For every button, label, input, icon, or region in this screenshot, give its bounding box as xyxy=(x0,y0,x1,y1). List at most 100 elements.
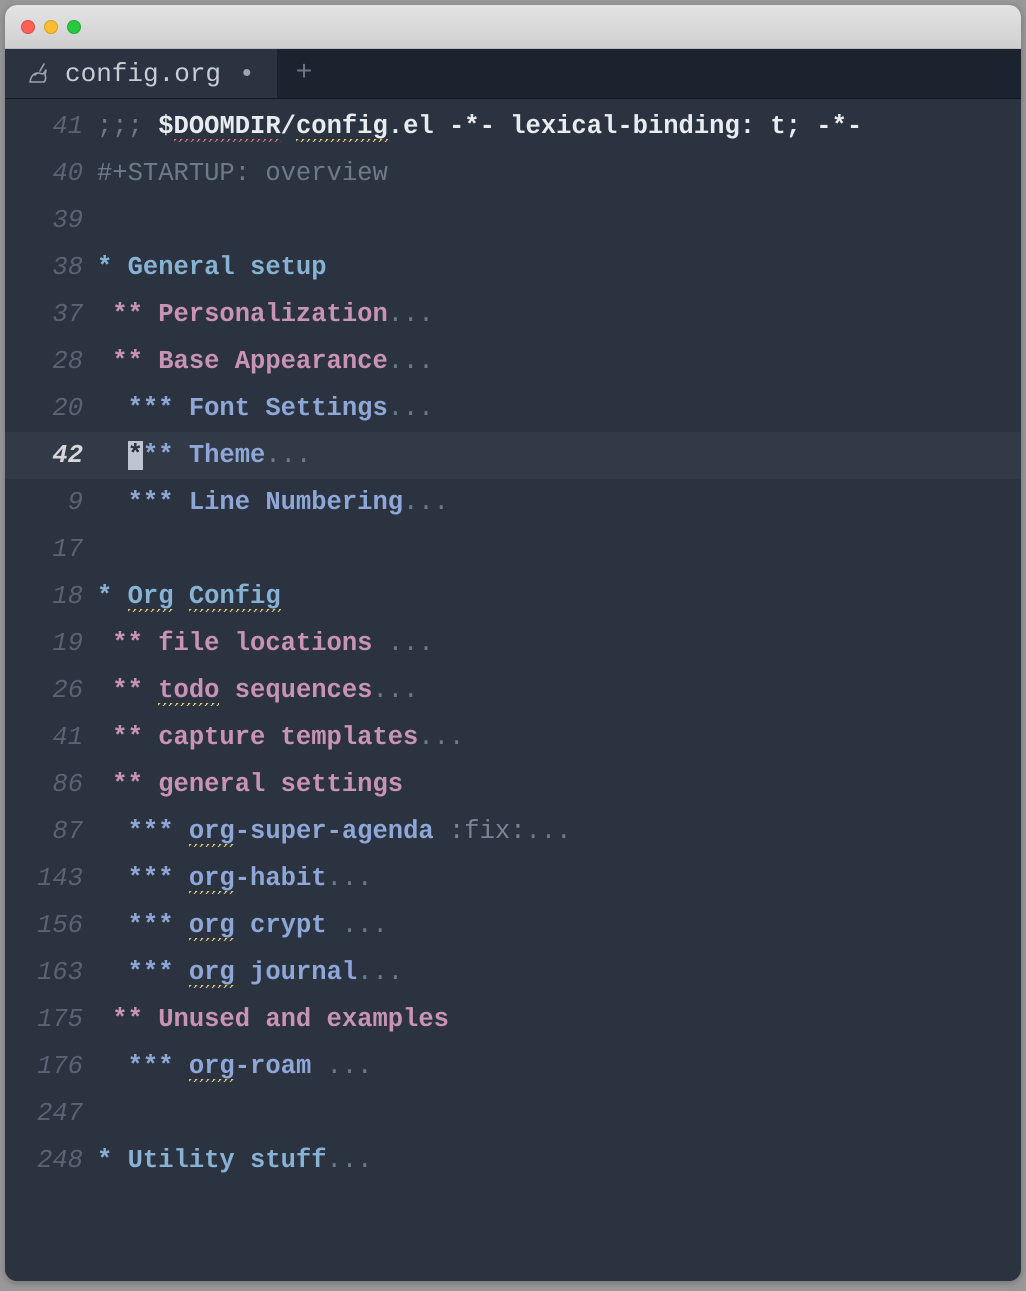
line-content: ;;; $DOOMDIR/config.el -*- lexical-bindi… xyxy=(97,103,1021,150)
editor-line[interactable]: 40#+STARTUP: overview xyxy=(5,150,1021,197)
line-content: ** file locations ... xyxy=(97,620,1021,667)
text-segment: *** xyxy=(97,958,189,987)
editor-line[interactable]: 41 ** capture templates... xyxy=(5,714,1021,761)
line-content xyxy=(97,197,1021,244)
line-number: 26 xyxy=(5,667,97,714)
text-segment: #+STARTUP: overview xyxy=(97,159,388,188)
text-segment: ;;; xyxy=(97,112,158,141)
text-segment: *** xyxy=(97,817,189,846)
line-number: 175 xyxy=(5,996,97,1043)
text-segment: ... xyxy=(418,723,464,752)
text-segment xyxy=(97,206,112,235)
line-number: 87 xyxy=(5,808,97,855)
text-segment: ... xyxy=(388,300,434,329)
close-icon[interactable] xyxy=(21,20,35,34)
editor-line[interactable]: 247 xyxy=(5,1090,1021,1137)
text-segment: ... xyxy=(342,911,388,940)
editor-line[interactable]: 86 ** general settings xyxy=(5,761,1021,808)
line-content: *** org-roam ... xyxy=(97,1043,1021,1090)
text-segment: ... xyxy=(403,488,449,517)
line-content: #+STARTUP: overview xyxy=(97,150,1021,197)
editor-line[interactable]: 143 *** org-habit... xyxy=(5,855,1021,902)
editor-line[interactable]: 156 *** org crypt ... xyxy=(5,902,1021,949)
text-segment xyxy=(174,582,189,611)
editor-line[interactable]: 38* General setup xyxy=(5,244,1021,291)
line-number: 39 xyxy=(5,197,97,244)
editor-line[interactable]: 248* Utility stuff... xyxy=(5,1137,1021,1184)
text-segment: *** Line Numbering xyxy=(97,488,403,517)
line-number: 247 xyxy=(5,1090,97,1137)
line-number: 41 xyxy=(5,103,97,150)
editor-line[interactable]: 9 *** Line Numbering... xyxy=(5,479,1021,526)
line-content: * Utility stuff... xyxy=(97,1137,1021,1184)
tab-bar: config.org • + xyxy=(5,49,1021,99)
line-content: *** org-super-agenda :fix:... xyxy=(97,808,1021,855)
line-number: 18 xyxy=(5,573,97,620)
line-number: 86 xyxy=(5,761,97,808)
text-segment: * General setup xyxy=(97,253,327,282)
line-content: *** Line Numbering... xyxy=(97,479,1021,526)
line-content: *** org crypt ... xyxy=(97,902,1021,949)
line-content: ** Unused and examples xyxy=(97,996,1021,1043)
editor-line[interactable]: 41;;; $DOOMDIR/config.el -*- lexical-bin… xyxy=(5,103,1021,150)
text-segment: sequences xyxy=(219,676,372,705)
editor-line[interactable]: 175 ** Unused and examples xyxy=(5,996,1021,1043)
text-segment: ... xyxy=(327,1052,373,1081)
window-titlebar[interactable] xyxy=(5,5,1021,49)
text-segment: *** Font Settings xyxy=(97,394,388,423)
editor-line[interactable]: 39 xyxy=(5,197,1021,244)
editor-line[interactable]: 19 ** file locations ... xyxy=(5,620,1021,667)
text-segment xyxy=(97,1099,112,1128)
line-number: 176 xyxy=(5,1043,97,1090)
line-content: ** general settings xyxy=(97,761,1021,808)
text-segment: * xyxy=(97,582,128,611)
text-segment: ... xyxy=(526,817,572,846)
line-content: *** org-habit... xyxy=(97,855,1021,902)
text-segment: ** xyxy=(97,676,158,705)
line-content xyxy=(97,526,1021,573)
text-segment: :fix: xyxy=(449,817,526,846)
tab-config-org[interactable]: config.org • xyxy=(5,49,278,98)
editor-line[interactable]: 17 xyxy=(5,526,1021,573)
editor-line[interactable]: 176 *** org-roam ... xyxy=(5,1043,1021,1090)
text-segment: ... xyxy=(265,441,311,470)
editor-line[interactable]: 18* Org Config xyxy=(5,573,1021,620)
editor-line[interactable]: 87 *** org-super-agenda :fix:... xyxy=(5,808,1021,855)
text-segment: -roam xyxy=(235,1052,327,1081)
line-number: 156 xyxy=(5,902,97,949)
editor-line[interactable]: 163 *** org journal... xyxy=(5,949,1021,996)
zoom-icon[interactable] xyxy=(67,20,81,34)
line-content: *** Theme... xyxy=(97,432,1021,479)
line-number: 28 xyxy=(5,338,97,385)
line-content: ** todo sequences... xyxy=(97,667,1021,714)
editor-line[interactable]: 20 *** Font Settings... xyxy=(5,385,1021,432)
text-segment: config xyxy=(296,112,388,142)
text-segment: ** general settings xyxy=(97,770,403,799)
text-segment: ... xyxy=(357,958,403,987)
text-segment: -super-agenda xyxy=(235,817,449,846)
text-segment: ** Unused and examples xyxy=(97,1005,449,1034)
text-segment: crypt xyxy=(235,911,342,940)
text-segment: ... xyxy=(327,1146,373,1175)
editor-current-line[interactable]: 42 *** Theme... xyxy=(5,432,1021,479)
editor-line[interactable]: 28 ** Base Appearance... xyxy=(5,338,1021,385)
editor-area[interactable]: 41;;; $DOOMDIR/config.el -*- lexical-bin… xyxy=(5,99,1021,1281)
text-segment: ** Personalization xyxy=(97,300,388,329)
new-tab-button[interactable]: + xyxy=(278,49,332,98)
text-segment: ** Theme xyxy=(143,441,265,470)
line-number: 42 xyxy=(5,432,97,479)
text-segment: Org xyxy=(128,582,174,612)
editor-line[interactable]: 37 ** Personalization... xyxy=(5,291,1021,338)
line-content xyxy=(97,1090,1021,1137)
line-number: 40 xyxy=(5,150,97,197)
text-segment: ... xyxy=(327,864,373,893)
text-segment: ... xyxy=(388,394,434,423)
tab-title: config.org xyxy=(65,59,221,89)
editor-line[interactable]: 26 ** todo sequences... xyxy=(5,667,1021,714)
text-segment: org xyxy=(189,817,235,847)
text-segment: org xyxy=(189,958,235,988)
line-content: ** capture templates... xyxy=(97,714,1021,761)
unicorn-icon xyxy=(27,62,51,86)
minimize-icon[interactable] xyxy=(44,20,58,34)
text-segment: org xyxy=(189,911,235,941)
